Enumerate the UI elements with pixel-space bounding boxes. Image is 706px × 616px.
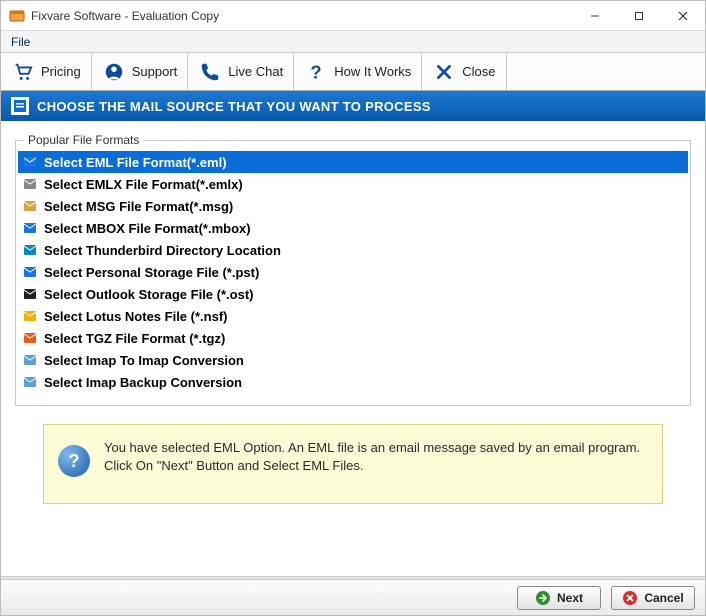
close-window-button[interactable] [661,1,705,31]
format-item[interactable]: Select EMLX File Format(*.emlx) [18,173,688,195]
live-chat-label: Live Chat [228,64,283,79]
section-icon [11,97,29,115]
format-item[interactable]: Select Thunderbird Directory Location [18,239,688,261]
cancel-x-icon [622,590,638,606]
close-label: Close [462,64,495,79]
nsf-icon [22,308,38,324]
format-item-label: Select Thunderbird Directory Location [44,243,281,258]
format-item-label: Select EMLX File Format(*.emlx) [44,177,243,192]
footer-bar: Next Cancel [1,579,705,615]
info-question-icon: ? [58,445,90,477]
cancel-label: Cancel [644,591,683,605]
format-item-label: Select EML File Format(*.eml) [44,155,227,170]
section-header: CHOOSE THE MAIL SOURCE THAT YOU WANT TO … [1,91,705,121]
imap-backup-icon [22,374,38,390]
info-text: You have selected EML Option. An EML fil… [104,439,648,474]
main-area: Popular File Formats Select EML File For… [1,121,705,576]
info-box: ? You have selected EML Option. An EML f… [43,424,663,504]
format-item[interactable]: Select EML File Format(*.eml) [18,151,688,173]
popular-formats-group: Popular File Formats Select EML File For… [15,133,691,406]
support-label: Support [132,64,178,79]
pricing-label: Pricing [41,64,81,79]
format-item[interactable]: Select TGZ File Format (*.tgz) [18,327,688,349]
format-item-label: Select MSG File Format(*.msg) [44,199,233,214]
next-label: Next [557,591,583,605]
question-icon: ? [304,60,328,84]
ost-icon [22,286,38,302]
format-item[interactable]: Select Personal Storage File (*.pst) [18,261,688,283]
format-list: Select EML File Format(*.eml) Select EMLX… [18,151,688,393]
cancel-button[interactable]: Cancel [611,586,695,610]
app-icon [9,8,25,24]
pricing-button[interactable]: Pricing [1,53,92,90]
format-item[interactable]: Select Imap To Imap Conversion [18,349,688,371]
mbox-icon [22,220,38,236]
eml-icon [22,154,38,170]
format-item[interactable]: Select Imap Backup Conversion [18,371,688,393]
how-it-works-label: How It Works [334,64,411,79]
section-title: CHOOSE THE MAIL SOURCE THAT YOU WANT TO … [37,99,431,114]
live-chat-button[interactable]: Live Chat [188,53,294,90]
format-item[interactable]: Select Outlook Storage File (*.ost) [18,283,688,305]
window-title: Fixvare Software - Evaluation Copy [31,9,219,23]
thunderbird-icon [22,242,38,258]
maximize-button[interactable] [617,1,661,31]
popular-formats-legend: Popular File Formats [24,133,143,147]
format-item-label: Select Imap To Imap Conversion [44,353,244,368]
format-item-label: Select Lotus Notes File (*.nsf) [44,309,227,324]
close-x-icon [432,60,456,84]
minimize-button[interactable] [573,1,617,31]
close-app-button[interactable]: Close [422,53,506,90]
format-item[interactable]: Select MSG File Format(*.msg) [18,195,688,217]
menu-bar: File [1,31,705,53]
format-item[interactable]: Select Lotus Notes File (*.nsf) [18,305,688,327]
msg-icon [22,198,38,214]
window-controls [573,1,705,31]
title-bar: Fixvare Software - Evaluation Copy [1,1,705,31]
cart-icon [11,60,35,84]
format-item-label: Select Outlook Storage File (*.ost) [44,287,253,302]
menu-file[interactable]: File [1,33,40,51]
format-item-label: Select TGZ File Format (*.tgz) [44,331,225,346]
format-item-label: Select Personal Storage File (*.pst) [44,265,259,280]
imap-icon [22,352,38,368]
next-button[interactable]: Next [517,586,601,610]
format-item-label: Select Imap Backup Conversion [44,375,242,390]
tgz-icon [22,330,38,346]
toolbar: Pricing Support Live Chat ? How It Works… [1,53,705,91]
next-arrow-icon [535,590,551,606]
format-item-label: Select MBOX File Format(*.mbox) [44,221,251,236]
svg-text:?: ? [311,61,322,82]
headset-icon [102,60,126,84]
pst-icon [22,264,38,280]
phone-icon [198,60,222,84]
format-item[interactable]: Select MBOX File Format(*.mbox) [18,217,688,239]
how-it-works-button[interactable]: ? How It Works [294,53,422,90]
emlx-icon [22,176,38,192]
support-button[interactable]: Support [92,53,189,90]
